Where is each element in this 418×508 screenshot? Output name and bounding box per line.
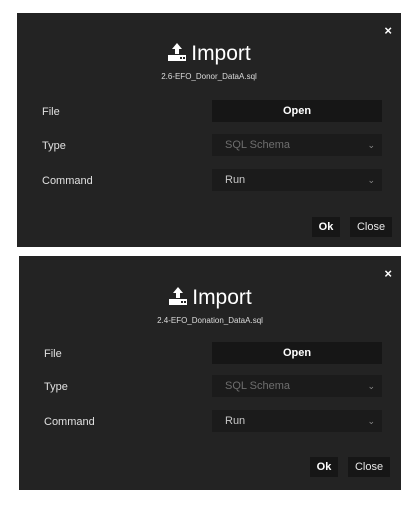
dialog-title: Import <box>17 41 401 67</box>
chevron-down-icon: ⌄ <box>367 175 375 185</box>
ok-button[interactable]: Ok <box>312 217 340 237</box>
dialog-title: Import <box>19 285 401 311</box>
type-select-value: SQL Schema <box>225 380 291 392</box>
open-file-button[interactable]: Open <box>212 342 382 364</box>
open-file-button[interactable]: Open <box>212 100 382 122</box>
close-button[interactable]: Close <box>348 457 390 477</box>
close-button[interactable]: Close <box>350 217 392 237</box>
command-label: Command <box>42 175 93 187</box>
upload-tray-icon <box>169 287 188 305</box>
chevron-down-icon: ⌄ <box>367 140 375 150</box>
import-dialog: × Import 2.6-EFO_Donor_DataA.sql File Op… <box>17 13 401 247</box>
close-icon[interactable]: × <box>384 267 392 280</box>
file-label: File <box>42 106 60 118</box>
chevron-down-icon: ⌄ <box>367 416 375 426</box>
command-select-value: Run <box>225 174 246 186</box>
chevron-down-icon: ⌄ <box>367 381 375 391</box>
file-label: File <box>44 348 62 360</box>
command-select[interactable]: Run ⌄ <box>212 410 382 432</box>
command-label: Command <box>44 416 95 428</box>
command-select-value: Run <box>225 415 246 427</box>
type-select: SQL Schema ⌄ <box>212 134 382 156</box>
ok-button[interactable]: Ok <box>310 457 338 477</box>
type-select-value: SQL Schema <box>225 139 291 151</box>
import-dialog: × Import 2.4-EFO_Donation_DataA.sql File… <box>19 256 401 490</box>
dialog-title-text: Import <box>191 42 251 65</box>
type-label: Type <box>42 140 66 152</box>
type-select: SQL Schema ⌄ <box>212 375 382 397</box>
type-label: Type <box>44 381 68 393</box>
upload-tray-icon <box>168 43 187 61</box>
import-filename: 2.6-EFO_Donor_DataA.sql <box>161 72 257 81</box>
dialog-title-text: Import <box>192 286 252 309</box>
import-filename: 2.4-EFO_Donation_DataA.sql <box>157 316 263 325</box>
command-select[interactable]: Run ⌄ <box>212 169 382 191</box>
close-icon[interactable]: × <box>384 24 392 37</box>
